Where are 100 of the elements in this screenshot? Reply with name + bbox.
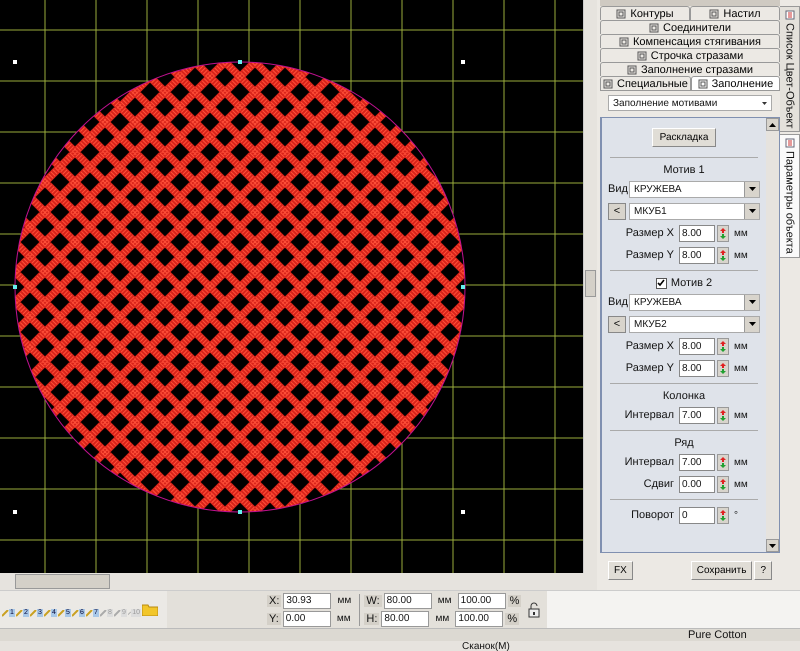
coordinate-field[interactable]: 0.00 — [282, 610, 331, 626]
status-text: Сканок(М) — [462, 641, 510, 651]
up-down-arrows-icon — [720, 250, 726, 260]
kind-dropdown[interactable]: КРУЖЕВА — [629, 180, 760, 198]
caret-icon — [748, 209, 756, 213]
unit-label: мм — [733, 250, 749, 260]
spin-button[interactable] — [717, 246, 729, 264]
number-field[interactable]: 8.00 — [679, 360, 715, 376]
tool-tab[interactable]: Контуры — [600, 6, 690, 20]
spin-button[interactable] — [717, 476, 729, 492]
section-title: Колонка — [662, 390, 706, 402]
unit-label: мм — [733, 228, 749, 238]
save-button[interactable]: Сохранить — [690, 561, 752, 580]
tool-tab[interactable]: Специальные — [600, 76, 691, 90]
scale-field[interactable]: 100.00 — [455, 610, 504, 626]
tool-tab[interactable]: Настил — [690, 6, 780, 20]
coordinate-label: Y: — [267, 612, 281, 624]
caret-icon — [762, 102, 767, 104]
up-down-arrows-icon — [720, 340, 726, 352]
unit-label: мм — [336, 613, 352, 624]
tool-tab[interactable]: Заполнение — [690, 76, 780, 90]
size-label: W: — [364, 594, 382, 606]
unit-label: мм — [336, 595, 352, 606]
up-down-arrows-icon — [720, 228, 726, 238]
folder-icon[interactable] — [142, 603, 158, 616]
coordinate-label: X: — [267, 594, 282, 606]
up-down-arrows-icon — [720, 410, 726, 420]
number-field[interactable]: 7.00 — [679, 406, 715, 424]
spin-button[interactable] — [717, 406, 729, 424]
spin-button[interactable] — [717, 454, 729, 470]
spin-button[interactable] — [717, 338, 729, 354]
vertical-scrollbar[interactable] — [583, 0, 597, 573]
motif-title: Мотив 1 — [663, 164, 705, 176]
field-label: Размер Y — [626, 249, 674, 261]
scale-field[interactable]: 100.00 — [458, 592, 506, 608]
down-arrow-icon[interactable] — [769, 544, 776, 548]
previous-button[interactable]: < — [608, 202, 626, 220]
size-label: H: — [364, 612, 380, 624]
field-label: Сдвиг — [644, 478, 674, 490]
layout-button[interactable]: Раскладка — [652, 128, 716, 147]
tool-tab[interactable]: Строчка стразами — [600, 48, 780, 62]
spin-button[interactable] — [717, 360, 729, 376]
previous-button[interactable]: < — [608, 316, 626, 332]
kind-label: Вид — [608, 183, 626, 195]
number-field[interactable]: 0 — [679, 506, 715, 524]
coordinate-field[interactable]: 30.93 — [283, 592, 332, 608]
up-arrow-icon[interactable] — [769, 122, 776, 126]
help-button[interactable]: ? — [754, 561, 772, 580]
field-label: Размер X — [626, 227, 674, 239]
percent-label: % — [508, 594, 522, 606]
number-field[interactable]: 8.00 — [679, 246, 715, 264]
field-label: Размер X — [626, 340, 674, 352]
caret-icon — [748, 187, 756, 191]
number-field[interactable]: 0.00 — [679, 476, 715, 492]
fabric-status: Pure Cotton — [688, 629, 747, 641]
motif-checkbox[interactable] — [656, 278, 667, 288]
number-field[interactable]: 8.00 — [679, 338, 715, 354]
unit-label: ° — [733, 510, 739, 520]
number-field[interactable]: 7.00 — [679, 454, 715, 470]
tool-tab[interactable]: Компенсация стягивания — [600, 34, 780, 48]
pattern-dropdown[interactable]: МКУБ1 — [629, 202, 760, 220]
up-down-arrows-icon — [720, 478, 726, 490]
field-label: Интервал — [624, 409, 674, 421]
field-label: Поворот — [631, 509, 674, 521]
section-title: Ряд — [674, 437, 694, 449]
unit-label: мм — [436, 595, 453, 606]
size-field[interactable]: 80.00 — [381, 610, 430, 626]
fx-button[interactable]: FX — [608, 561, 633, 580]
number-field[interactable]: 8.00 — [679, 224, 715, 242]
up-down-arrows-icon — [720, 510, 726, 520]
caret-icon — [748, 300, 756, 304]
spin-button[interactable] — [717, 224, 729, 242]
unit-label: мм — [733, 478, 749, 490]
list-icon — [784, 10, 794, 20]
kind-label: Вид — [608, 296, 626, 308]
tool-tab[interactable]: Соединители — [600, 20, 780, 34]
field-label: Интервал — [624, 456, 674, 468]
size-field[interactable]: 80.00 — [384, 592, 432, 608]
side-tab[interactable]: Список Цвет-Объект — [780, 6, 800, 132]
unit-label: мм — [733, 456, 749, 468]
side-tab[interactable]: Параметры объекта — [780, 134, 800, 258]
kind-dropdown[interactable]: КРУЖЕВА — [629, 294, 760, 310]
unit-label: мм — [733, 410, 749, 420]
caret-icon — [748, 322, 756, 326]
up-down-arrows-icon — [720, 362, 726, 374]
lock-icon[interactable] — [527, 602, 542, 618]
percent-label: % — [505, 612, 520, 624]
pattern-dropdown[interactable]: МКУБ2 — [629, 316, 760, 332]
panel-scrollbar[interactable] — [766, 118, 779, 552]
motif-title: Мотив 2 — [670, 277, 712, 289]
list-icon — [784, 138, 794, 148]
spin-button[interactable] — [717, 506, 729, 524]
unit-label: мм — [733, 362, 749, 374]
field-label: Размер Y — [626, 362, 674, 374]
design-canvas[interactable] — [0, 0, 583, 573]
tool-tab[interactable]: Заполнение стразами — [600, 62, 780, 76]
up-down-arrows-icon — [720, 456, 726, 468]
fill-type-dropdown[interactable]: Заполнение мотивами — [608, 95, 772, 111]
horizontal-scrollbar[interactable] — [0, 573, 597, 590]
unit-label: мм — [733, 340, 749, 352]
